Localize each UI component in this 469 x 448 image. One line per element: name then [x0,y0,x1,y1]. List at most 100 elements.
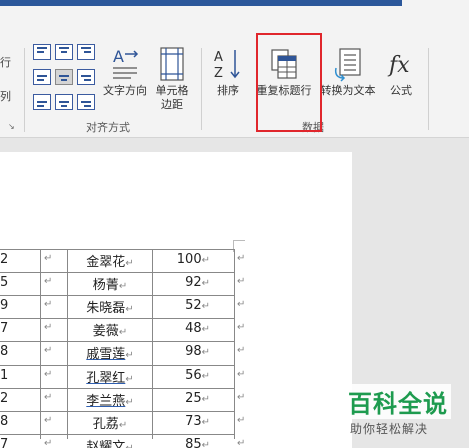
table-cell-name: 姜薇↵ [67,320,153,339]
table-cell-index: 9 [0,298,9,314]
formula-icon: fx [383,46,419,84]
sort-button[interactable]: A Z 排序 [209,46,247,98]
table-cell-index: 1 [0,367,9,383]
rows-label-partial: 行 [0,56,11,69]
sort-icon: A Z [209,46,247,84]
table-row: 8 ↵ 孔荔↵ 73↵ ↵ [0,411,245,434]
table-cell-name-text: 孔荔 [92,416,119,432]
cell-end-mark: ↵ [201,393,210,405]
cell-margins-button[interactable]: 单元格 边距 [154,46,190,112]
cell-end-mark: ↵ [125,443,133,448]
table-cell-score: 100↵ [152,252,234,267]
table-cell-name-text: 金翠花 [86,255,126,270]
table-cell-name: 杨菁↵ [67,274,153,293]
align-middle-right-button[interactable] [77,69,95,85]
align-bottom-right-button[interactable] [77,94,95,110]
table-cell-name: 戚雪莲↵ [67,343,153,362]
cell-margins-icon [154,46,190,84]
table-cell-index: 8 [0,344,9,360]
text-direction-label: 文字方向 [103,84,147,97]
table-row: 1 ↵ 孔翠红↵ 56↵ ↵ [0,365,245,388]
table-cell-score-text: 73 [185,413,202,429]
table-row: 7↵赵耀文↵85↵↵ [0,434,245,448]
student-score-table: 2 ↵ 金翠花↵ 100↵ ↵ 5 ↵ 杨菁↵ 92↵ ↵ 9 ↵ 朱晓磊↵ 52↵ ↵ 7 ↵ 姜薇↵ 48↵ ↵ 8… [0,138,352,448]
align-top-left-button[interactable] [33,44,51,60]
table-cell-index: 5 [0,275,9,291]
cell-end-mark: ↵ [201,439,210,448]
convert-to-text-icon [316,46,380,84]
table-cell-name: 李兰燕↵ [67,390,153,409]
table-row: 9 ↵ 朱晓磊↵ 52↵ ↵ [0,295,245,318]
cell-end-mark: ↵ [44,437,53,448]
cell-alignment-grid [33,44,95,110]
convert-to-text-button[interactable]: 转换为文本 [316,46,380,98]
table-cell-score: 25↵ [152,391,234,406]
table-cell-name-text: 杨菁 [92,278,119,294]
svg-text:Z: Z [214,66,223,81]
cell-end-mark: ↵ [44,253,53,264]
table-cell-index: 2 [0,390,9,406]
align-bottom-center-button[interactable] [55,94,73,110]
table-cell-score: 73↵ [152,414,234,429]
row-end-mark: ↵ [237,276,246,288]
baike-watermark: 百科全说 助你轻松解决 [338,382,469,448]
alignment-group-label: 对齐方式 [86,121,130,134]
dialog-launcher-icon[interactable]: ↘ [8,122,17,131]
table-cell-score-text: 25 [185,390,202,406]
align-top-right-button[interactable] [77,44,95,60]
table-cell-name: 孔荔↵ [67,413,153,432]
watermark-title: 百科全说 [345,384,451,419]
table-cell-name-text: 孔翠红 [86,370,126,386]
formula-label: 公式 [390,84,412,97]
table-cell-score-text: 100 [176,252,202,267]
cell-end-mark: ↵ [201,324,210,336]
cell-margins-label-line2: 边距 [161,98,183,111]
cell-end-mark: ↵ [44,391,53,403]
cell-end-mark: ↵ [201,347,210,359]
cell-end-mark: ↵ [125,350,134,362]
table-cell-name: 赵耀文↵ [67,436,153,448]
cell-end-mark: ↵ [44,322,53,334]
cell-end-mark: ↵ [118,281,128,293]
table-cell-name: 朱晓磊↵ [67,297,153,316]
table-cell-score: 56↵ [152,368,234,383]
svg-text:A: A [214,50,223,65]
sort-label: 排序 [217,84,239,97]
row-end-mark: ↵ [237,391,246,403]
ribbon-separator [201,48,202,130]
cell-end-mark: ↵ [118,419,128,431]
table-cell-score: 85↵ [152,437,234,448]
svg-text:fx: fx [387,53,410,78]
table-row: 7 ↵ 姜薇↵ 48↵ ↵ [0,318,245,341]
align-middle-left-button[interactable] [33,69,51,85]
table-cell-score: 52↵ [152,298,234,313]
table-cell-score-text: 56 [185,367,202,383]
row-end-mark: ↵ [237,299,246,311]
watermark-subtitle: 助你轻松解决 [350,422,429,436]
align-middle-center-button[interactable] [55,69,73,85]
table-cell-name-text: 赵耀文 [86,439,126,448]
cell-end-mark: ↵ [44,299,53,311]
align-bottom-left-button[interactable] [33,94,51,110]
formula-button[interactable]: fx 公式 [383,46,419,98]
table-cell-score-text: 98 [185,344,202,360]
cell-end-mark: ↵ [125,258,134,269]
align-top-center-button[interactable] [55,44,73,60]
table-row: 2 ↵ 李兰燕↵ 25↵ ↵ [0,388,245,411]
cell-end-mark: ↵ [125,373,134,385]
table-cell-score-text: 92 [185,275,202,291]
table-row: 8 ↵ 戚雪莲↵ 98↵ ↵ [0,341,245,364]
cell-end-mark: ↵ [44,414,53,426]
table-cell-index: 7 [0,321,9,337]
table-cell-score-text: 85 [185,436,202,448]
text-direction-icon: A [99,46,151,84]
row-end-mark: ↵ [237,253,246,264]
table-row: 5 ↵ 杨菁↵ 92↵ ↵ [0,272,245,295]
convert-to-text-label: 转换为文本 [320,84,376,97]
cell-end-mark: ↵ [118,327,128,339]
table-cell-score: 48↵ [152,321,234,336]
text-direction-button[interactable]: A 文字方向 [99,46,151,98]
table-cell-name-text: 戚雪莲 [86,347,126,363]
row-end-mark: ↵ [237,437,246,448]
row-end-mark: ↵ [237,368,246,380]
